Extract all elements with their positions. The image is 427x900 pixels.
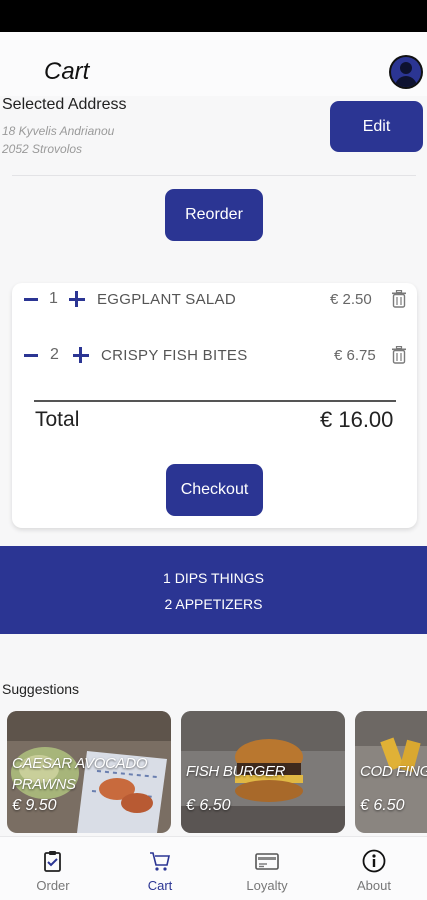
suggestions-title: Suggestions [2,681,80,697]
suggestion-price: € 6.50 [186,797,231,814]
avatar[interactable] [389,55,423,89]
suggestion-name: CAESAR AVOCADO PRAWNS [12,755,148,793]
status-bar [0,0,427,32]
nav-cart[interactable]: Cart [107,837,213,900]
clipboard-icon [44,851,61,872]
item-price: € 2.50 [330,291,372,308]
item-quantity: 1 [49,290,58,307]
decrease-quantity-button[interactable] [24,298,38,301]
nav-label: About [357,878,391,893]
suggestion-price: € 9.50 [12,797,57,814]
edit-address-button[interactable]: Edit [330,101,423,152]
suggestion-price: € 6.50 [360,797,405,814]
suggestion-card[interactable]: COD FINGERS € 6.50 [355,711,427,833]
total-label: Total [35,408,80,431]
nav-loyalty[interactable]: Loyalty [214,837,320,900]
cart-item: 1 EGGPLANT SALAD € 2.50 [12,287,417,311]
item-name: EGGPLANT SALAD [97,291,236,308]
suggestion-card[interactable]: FISH BURGER € 6.50 [181,711,345,833]
reorder-button[interactable]: Reorder [165,189,263,241]
page-title: Cart [44,58,90,85]
address-line-1: 18 Kyvelis Andrianou [2,124,115,138]
decrease-quantity-button[interactable] [24,354,38,357]
nav-label: Loyalty [246,878,288,893]
nav-label: Order [36,878,70,893]
banner-line: 1 DIPS THINGS [163,570,264,586]
info-icon [362,849,386,873]
bottom-navigation: Order Cart Loyalty About [0,836,427,900]
checkout-button[interactable]: Checkout [166,464,263,516]
suggestion-name: COD FINGERS [360,763,427,780]
card-icon [255,853,279,870]
total-divider [34,400,396,402]
divider [12,175,416,176]
increase-quantity-button[interactable] [69,291,85,307]
suggestion-name: FISH BURGER [186,763,286,780]
nav-order[interactable]: Order [0,837,106,900]
category-summary-banner[interactable]: 1 DIPS THINGS 2 APPETIZERS [0,546,427,634]
address-line-2: 2052 Strovolos [2,142,83,156]
increase-quantity-button[interactable] [73,347,89,363]
cart-item: 2 CRISPY FISH BITES € 6.75 [12,343,417,367]
trash-icon[interactable] [391,290,407,308]
banner-line: 2 APPETIZERS [164,596,263,612]
suggestion-card[interactable]: CAESAR AVOCADO PRAWNS € 9.50 [7,711,171,833]
item-quantity: 2 [50,346,59,363]
item-price: € 6.75 [334,347,376,364]
nav-label: Cart [147,878,173,893]
trash-icon[interactable] [391,346,407,364]
total-value: € 16.00 [320,407,394,432]
cart-icon [150,852,170,871]
nav-about[interactable]: About [321,837,427,900]
item-name: CRISPY FISH BITES [101,347,248,364]
address-title: Selected Address [2,96,127,113]
